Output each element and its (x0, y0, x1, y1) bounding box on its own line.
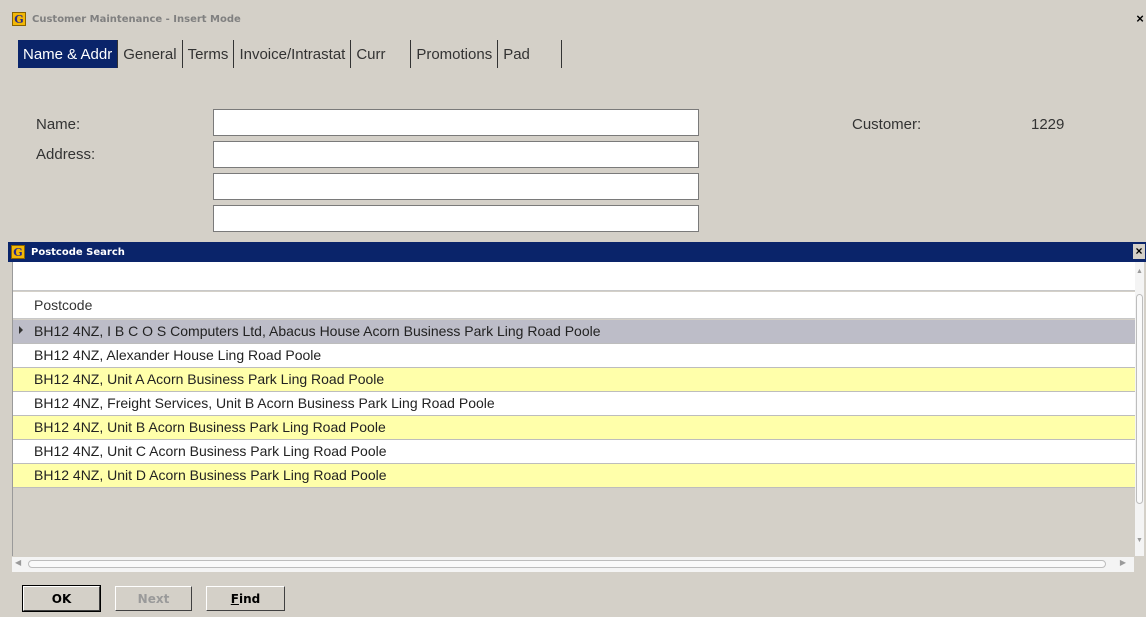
name-label: Name: (36, 116, 81, 133)
postcode-grid: Postcode BH12 4NZ, I B C O S Computers L… (12, 262, 1135, 556)
current-row-arrow-icon (19, 326, 23, 334)
horizontal-scrollbar[interactable]: ◀ ▶ (12, 557, 1134, 572)
tab-general[interactable]: General (118, 40, 183, 68)
row-text: BH12 4NZ, Unit C Acorn Business Park Lin… (34, 443, 387, 459)
scroll-down-icon[interactable]: ▼ (1135, 537, 1144, 544)
tab-label: Terms (187, 45, 229, 63)
find-label-rest: ind (238, 591, 261, 606)
table-row[interactable]: BH12 4NZ, Alexander House Ling Road Pool… (13, 344, 1135, 368)
row-text: BH12 4NZ, Unit A Acorn Business Park Lin… (34, 371, 385, 387)
grid-filter-row (13, 262, 1135, 291)
find-button[interactable]: Find (206, 586, 285, 611)
table-row[interactable]: BH12 4NZ, Unit C Acorn Business Park Lin… (13, 440, 1135, 464)
find-accelerator: F (230, 591, 239, 606)
customer-number: 1229 (1031, 116, 1065, 133)
tab-label: Curr (356, 45, 386, 63)
row-text: BH12 4NZ, Unit D Acorn Business Park Lin… (34, 467, 387, 483)
scrollbar-thumb[interactable] (28, 560, 1106, 568)
scroll-left-icon[interactable]: ◀ (15, 558, 21, 567)
scroll-right-icon[interactable]: ▶ (1120, 558, 1126, 567)
table-row[interactable]: BH12 4NZ, Unit A Acorn Business Park Lin… (13, 368, 1135, 392)
row-text: BH12 4NZ, Alexander House Ling Road Pool… (34, 347, 322, 363)
window-title: Customer Maintenance - Insert Mode (32, 13, 241, 25)
customer-label: Customer: (852, 116, 922, 133)
column-header-postcode[interactable]: Postcode (34, 297, 92, 313)
tab-pad[interactable]: Pad (498, 40, 563, 68)
address-label: Address: (36, 146, 96, 163)
table-row[interactable]: BH12 4NZ, I B C O S Computers Ltd, Abacu… (13, 320, 1135, 344)
tab-label: Promotions (416, 45, 493, 63)
tab-name-addr[interactable]: Name & Addr (18, 40, 119, 68)
table-row[interactable]: BH12 4NZ, Unit D Acorn Business Park Lin… (13, 464, 1135, 488)
tab-label: General (123, 45, 177, 63)
scroll-up-icon[interactable]: ▲ (1135, 268, 1144, 275)
grid-rows: BH12 4NZ, I B C O S Computers Ltd, Abacu… (13, 320, 1135, 488)
app-icon: G (11, 245, 25, 259)
tab-label: Pad (503, 45, 530, 63)
tab-curr[interactable]: Curr (351, 40, 412, 68)
dialog-title: Postcode Search (31, 246, 125, 258)
title-bar: G Customer Maintenance - Insert Mode × (8, 8, 1146, 30)
scrollbar-thumb[interactable] (1136, 294, 1143, 504)
ok-button[interactable]: OK (22, 585, 101, 612)
tab-label: Name & Addr (23, 45, 113, 63)
address-line3-field[interactable] (213, 205, 699, 232)
row-text: BH12 4NZ, Freight Services, Unit B Acorn… (34, 395, 495, 411)
row-text: BH12 4NZ, I B C O S Computers Ltd, Abacu… (34, 323, 601, 339)
tab-strip: Name & Addr General Terms Invoice/Intras… (18, 40, 563, 70)
postcode-search-dialog: G Postcode Search × Postcode BH12 4NZ, I… (8, 242, 1146, 617)
next-button[interactable]: Next (115, 586, 192, 611)
row-text: BH12 4NZ, Unit B Acorn Business Park Lin… (34, 419, 386, 435)
dialog-title-bar: G Postcode Search × (8, 242, 1146, 262)
close-icon[interactable]: × (1134, 11, 1146, 26)
tab-invoice-intrastat[interactable]: Invoice/Intrastat (234, 40, 352, 68)
app-icon: G (12, 12, 26, 26)
address-line1-field[interactable] (213, 141, 699, 168)
tab-terms[interactable]: Terms (183, 40, 235, 68)
table-row[interactable]: BH12 4NZ, Unit B Acorn Business Park Lin… (13, 416, 1135, 440)
name-field[interactable] (213, 109, 699, 136)
vertical-scrollbar[interactable]: ▲ ▼ (1135, 262, 1144, 556)
tab-label: Invoice/Intrastat (239, 45, 346, 63)
tab-promotions[interactable]: Promotions (411, 40, 499, 68)
close-icon[interactable]: × (1133, 244, 1145, 259)
address-line2-field[interactable] (213, 173, 699, 200)
table-row[interactable]: BH12 4NZ, Freight Services, Unit B Acorn… (13, 392, 1135, 416)
grid-header[interactable]: Postcode (13, 292, 1135, 319)
